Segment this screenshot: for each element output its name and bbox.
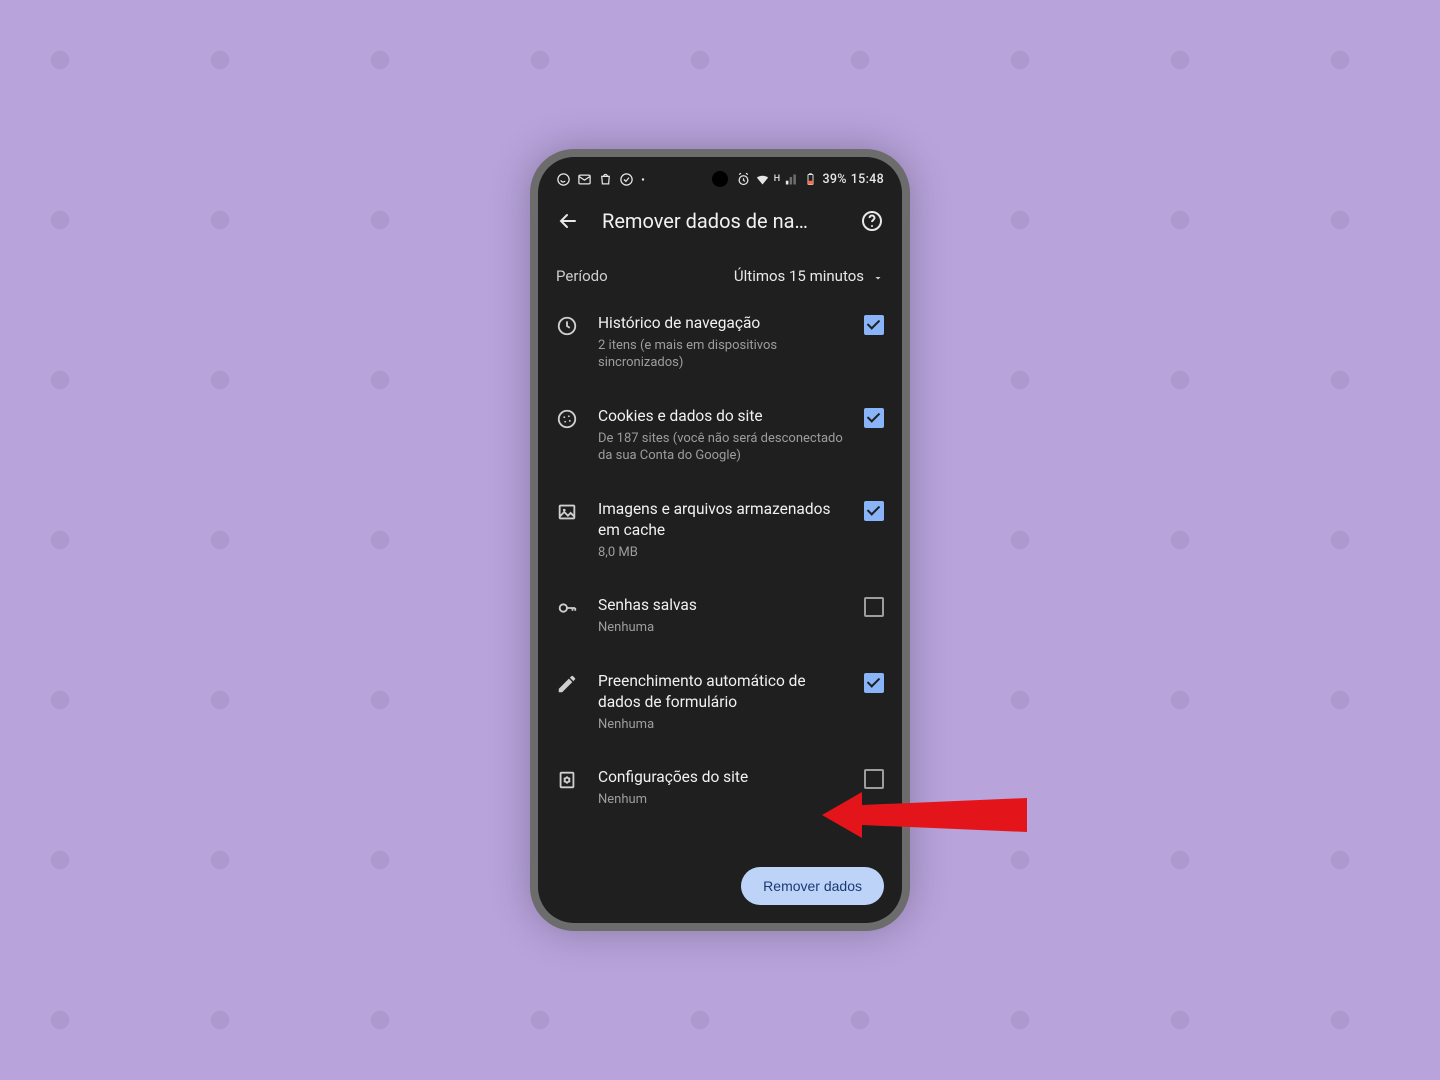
- history-icon: [556, 315, 578, 337]
- period-label: Período: [556, 267, 608, 285]
- wifi-icon: [755, 172, 770, 187]
- whatsapp-icon: [556, 172, 571, 187]
- cookie-icon: [556, 408, 578, 430]
- signal-icon: [784, 172, 799, 187]
- checkbox-passwords[interactable]: [864, 597, 884, 617]
- back-button[interactable]: [556, 209, 580, 233]
- check-circle-icon: [619, 172, 634, 187]
- period-row: Período Últimos 15 minutos: [538, 243, 902, 297]
- camera-punch-hole: [712, 171, 728, 187]
- item-site-settings[interactable]: Configurações do site Nenhum: [538, 751, 902, 826]
- chevron-down-icon: [872, 270, 884, 282]
- checkbox-cached-images[interactable]: [864, 501, 884, 521]
- image-icon: [556, 501, 578, 523]
- item-subtitle: 2 itens (e mais em dispositivos sincroni…: [598, 337, 844, 372]
- edit-icon: [556, 673, 578, 695]
- help-button[interactable]: [860, 209, 884, 233]
- key-icon: [556, 597, 578, 619]
- checkbox-autofill[interactable]: [864, 673, 884, 693]
- item-browsing-history[interactable]: Histórico de navegação 2 itens (e mais e…: [538, 297, 902, 390]
- alarm-icon: [736, 172, 751, 187]
- action-area: Remover dados: [538, 867, 902, 923]
- page-title: Remover dados de na…: [602, 209, 838, 233]
- checkbox-browsing-history[interactable]: [864, 315, 884, 335]
- item-subtitle: Nenhuma: [598, 716, 844, 734]
- settings-page-icon: [556, 769, 578, 791]
- item-autofill[interactable]: Preenchimento automático de dados de for…: [538, 655, 902, 751]
- item-subtitle: Nenhum: [598, 791, 844, 809]
- battery-percent-label: 39%: [822, 172, 846, 187]
- item-passwords[interactable]: Senhas salvas Nenhuma: [538, 579, 902, 654]
- item-title: Preenchimento automático de dados de for…: [598, 671, 844, 713]
- period-value: Últimos 15 minutos: [734, 267, 864, 285]
- phone-screen: H 39% 15:48 Remover dados de na…: [538, 157, 902, 923]
- shopping-icon: [598, 172, 613, 187]
- battery-icon: [803, 172, 818, 187]
- checkbox-site-settings[interactable]: [864, 769, 884, 789]
- item-title: Cookies e dados do site: [598, 406, 844, 427]
- item-cookies[interactable]: Cookies e dados do site De 187 sites (vo…: [538, 390, 902, 483]
- phone-frame: H 39% 15:48 Remover dados de na…: [530, 149, 910, 931]
- item-title: Configurações do site: [598, 767, 844, 788]
- period-dropdown[interactable]: Últimos 15 minutos: [734, 267, 884, 285]
- mail-icon: [577, 172, 592, 187]
- item-title: Imagens e arquivos armazenados em cache: [598, 499, 844, 541]
- data-type-list: Histórico de navegação 2 itens (e mais e…: [538, 297, 902, 867]
- checkbox-cookies[interactable]: [864, 408, 884, 428]
- dot-icon: [640, 172, 646, 187]
- item-subtitle: De 187 sites (você não será desconectado…: [598, 430, 844, 465]
- clock-label: 15:48: [851, 172, 884, 187]
- network-type-label: H: [774, 174, 781, 184]
- item-subtitle: 8,0 MB: [598, 544, 844, 562]
- item-cached-images[interactable]: Imagens e arquivos armazenados em cache …: [538, 483, 902, 579]
- clear-data-button[interactable]: Remover dados: [741, 867, 884, 905]
- item-title: Histórico de navegação: [598, 313, 844, 334]
- app-header: Remover dados de na…: [538, 195, 902, 243]
- item-title: Senhas salvas: [598, 595, 844, 616]
- item-subtitle: Nenhuma: [598, 619, 844, 637]
